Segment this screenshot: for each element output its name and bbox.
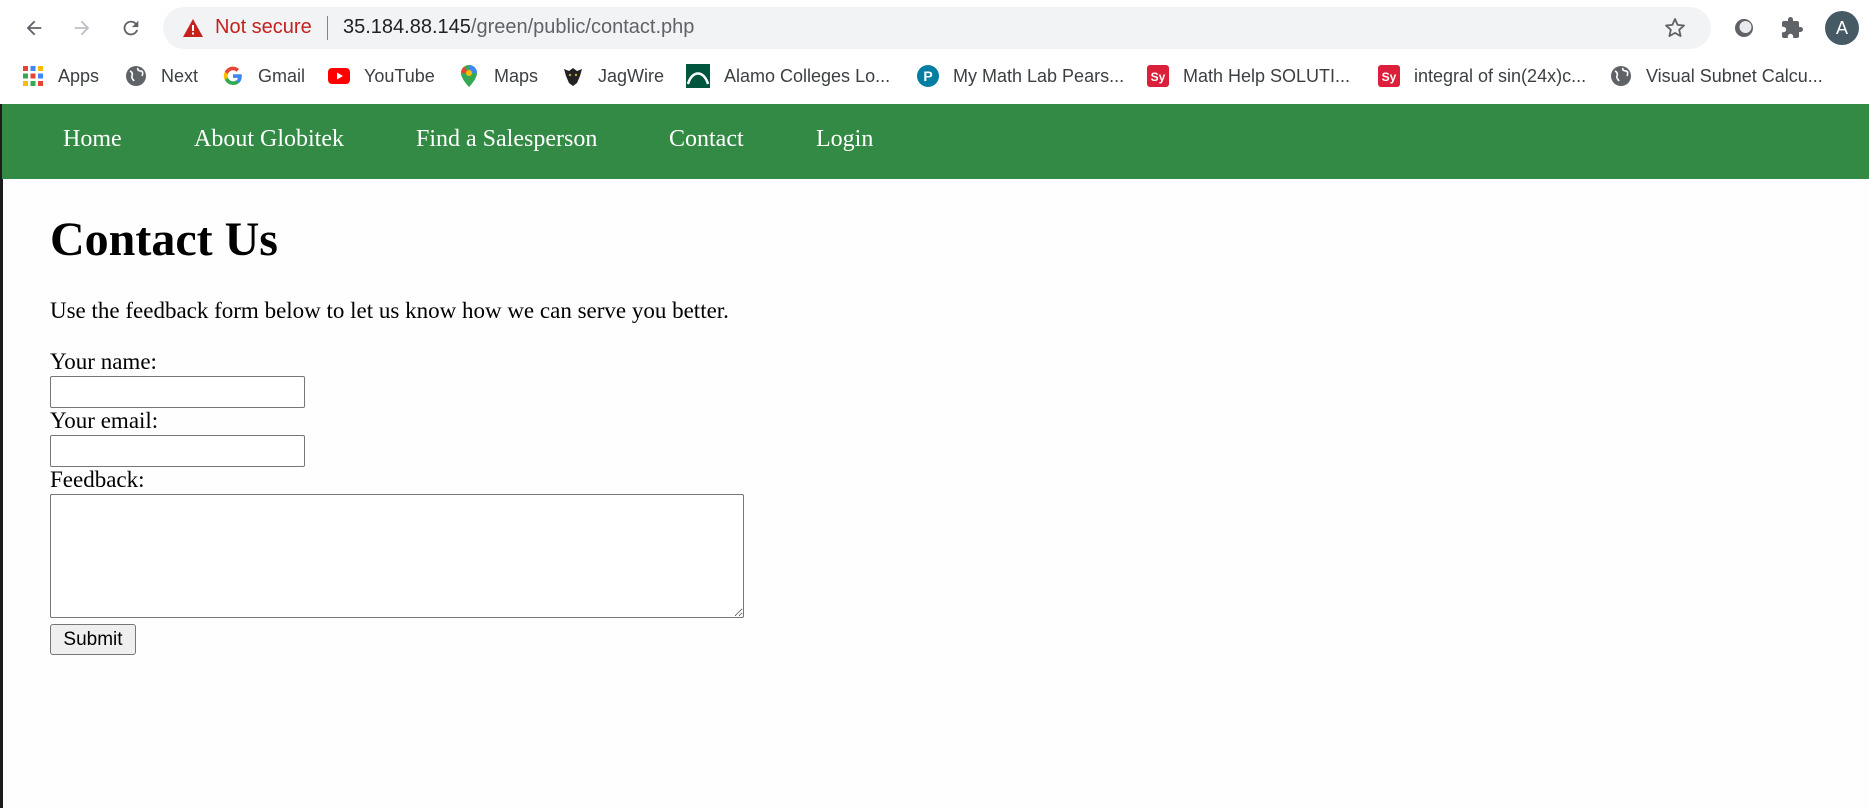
- bookmark-next[interactable]: Next: [125, 58, 198, 94]
- pearson-icon: P: [917, 65, 939, 87]
- forward-arrow-icon: [74, 20, 90, 36]
- email-label: Your email:: [50, 408, 159, 433]
- bookmark-label: Alamo Colleges Lo...: [724, 65, 891, 86]
- window-edge: [0, 104, 3, 808]
- bookmark-integral[interactable]: Sy integral of sin(24x)c...: [1378, 58, 1586, 94]
- apps-grid-icon: [22, 65, 44, 87]
- bookmark-label: My Math Lab Pears...: [953, 65, 1125, 86]
- bookmark-alamo-colleges[interactable]: Alamo Colleges Lo...: [686, 58, 890, 94]
- page-title: Contact Us: [50, 213, 278, 266]
- extension-circle-icon: [1735, 19, 1753, 37]
- bookmark-visual-subnet[interactable]: Visual Subnet Calcu...: [1610, 58, 1823, 94]
- back-button[interactable]: [14, 8, 54, 48]
- svg-text:Sy: Sy: [1151, 70, 1166, 84]
- browser-chrome: Not secure 35.184.88.145/green/public/co…: [0, 0, 1869, 104]
- alamo-colleges-icon: [686, 64, 710, 88]
- address-bar[interactable]: Not secure 35.184.88.145/green/public/co…: [163, 7, 1711, 49]
- bookmark-label: Next: [161, 65, 199, 86]
- name-field[interactable]: [50, 376, 305, 408]
- nav-find-salesperson[interactable]: Find a Salesperson: [416, 126, 597, 153]
- extension-button[interactable]: [1727, 11, 1761, 45]
- bookmark-label: JagWire: [598, 65, 665, 86]
- browser-toolbar: Not secure 35.184.88.145/green/public/co…: [0, 0, 1869, 56]
- reload-button[interactable]: [111, 8, 151, 48]
- site-navigation: Home About Globitek Find a Salesperson C…: [2, 104, 1869, 179]
- email-field[interactable]: [50, 435, 305, 467]
- feedback-label: Feedback:: [50, 467, 145, 492]
- warning-icon: [183, 19, 203, 37]
- security-status[interactable]: Not secure: [215, 16, 312, 39]
- forward-button[interactable]: [62, 8, 102, 48]
- extensions-menu-button[interactable]: [1775, 11, 1809, 45]
- bookmark-label: integral of sin(24x)c...: [1414, 65, 1587, 86]
- bookmark-label: Gmail: [258, 65, 306, 86]
- nav-contact[interactable]: Contact: [669, 126, 744, 153]
- name-label: Your name:: [50, 349, 157, 374]
- submit-button[interactable]: Submit: [50, 624, 136, 655]
- reload-icon: [123, 20, 139, 36]
- back-arrow-icon: [26, 20, 42, 36]
- bookmark-apps[interactable]: Apps: [22, 58, 99, 94]
- url-host: 35.184.88.145: [343, 16, 471, 38]
- profile-avatar[interactable]: A: [1825, 11, 1859, 45]
- url-text[interactable]: 35.184.88.145/green/public/contact.php: [343, 16, 694, 39]
- google-icon: [222, 65, 244, 87]
- nav-login[interactable]: Login: [816, 126, 873, 153]
- globe-icon: [125, 65, 147, 87]
- globe-icon: [1610, 65, 1632, 87]
- nav-about-globitek[interactable]: About Globitek: [194, 126, 344, 153]
- symbolab-icon: Sy: [1147, 65, 1169, 87]
- youtube-icon: [328, 65, 350, 87]
- bookmark-label: Maps: [494, 65, 539, 86]
- bookmark-math-help[interactable]: Sy Math Help SOLUTI...: [1147, 58, 1350, 94]
- bookmarks-bar: Apps Next Gmail YouTube Maps JagWire Ala…: [0, 58, 1869, 94]
- svg-text:P: P: [923, 68, 932, 84]
- puzzle-icon: [1782, 17, 1803, 38]
- nav-home[interactable]: Home: [63, 126, 122, 153]
- bookmark-label: Math Help SOLUTI...: [1183, 65, 1351, 86]
- omnibox-divider: [327, 16, 328, 40]
- bookmark-mymathlab[interactable]: P My Math Lab Pears...: [917, 58, 1124, 94]
- bookmark-youtube[interactable]: YouTube: [328, 58, 435, 94]
- symbolab-icon: Sy: [1378, 65, 1400, 87]
- bookmark-label: YouTube: [364, 65, 435, 86]
- feedback-textarea[interactable]: [50, 494, 744, 618]
- url-path: /green/public/contact.php: [470, 16, 695, 38]
- maps-pin-icon: [458, 65, 480, 87]
- bookmark-star-icon[interactable]: [1663, 16, 1687, 40]
- bookmark-label: Apps: [58, 65, 100, 86]
- jaguar-icon: [562, 65, 584, 87]
- bookmark-gmail[interactable]: Gmail: [222, 58, 305, 94]
- svg-text:Sy: Sy: [1382, 70, 1397, 84]
- intro-text: Use the feedback form below to let us kn…: [50, 298, 729, 323]
- bookmark-maps[interactable]: Maps: [458, 58, 538, 94]
- bookmark-label: Visual Subnet Calcu...: [1646, 65, 1823, 86]
- bookmark-jagwire[interactable]: JagWire: [562, 58, 664, 94]
